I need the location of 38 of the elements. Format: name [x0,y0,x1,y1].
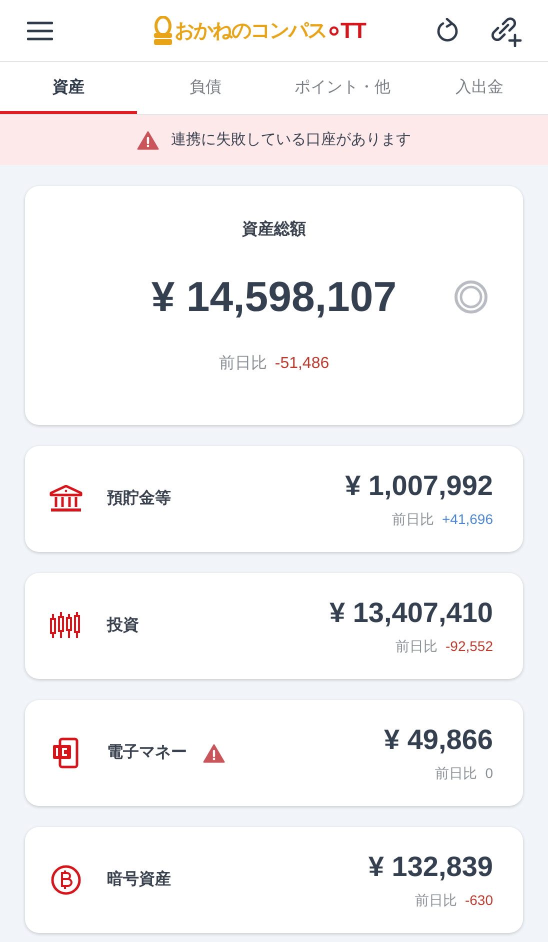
asset-category-card[interactable]: 電子マネー ¥ 49,866 前日比 0 [25,700,523,806]
category-label: 預貯金等 [107,488,171,509]
change-value: +41,696 [442,510,493,528]
bank-icon [49,485,83,513]
menu-icon [27,20,53,40]
change-label: 前日比 [396,636,438,656]
change-label: 前日比 [435,764,478,782]
category-label: 電子マネー [107,743,187,763]
alert-text: 連携に失敗している口座があります [171,130,411,150]
dot-icon [328,26,339,36]
change-value: -92,552 [446,636,493,656]
warning-icon [137,130,159,150]
category-label: 投資 [107,616,139,636]
asset-category-card[interactable]: 預貯金等 ¥ 1,007,992 前日比 +41,696 [25,446,523,552]
total-amount: ¥ 14,598,107 [151,272,397,322]
card-title: 資産総額 [242,219,306,240]
logo-suffix: TT [340,17,366,45]
category-label: 暗号資産 [107,869,171,890]
change-label: 前日比 [218,354,267,374]
asset-category-card[interactable]: 暗号資産 ¥ 132,839 前日比 -630 [25,827,523,933]
ic-card-icon [51,737,81,769]
warning-icon [203,744,225,762]
change-value: -51,486 [274,354,330,374]
change-label: 前日比 [392,510,434,528]
category-amount: ¥ 1,007,992 [345,468,493,502]
bitcoin-icon [50,864,82,896]
logo-text: おかねのコンパス [174,18,327,44]
category-amount: ¥ 13,407,410 [330,596,493,630]
asset-category-card[interactable]: 投資 ¥ 13,407,410 前日比 -92,552 [25,573,523,679]
coin-stack-icon [152,16,173,46]
change-label: 前日比 [414,890,457,910]
tab[interactable]: 入出金 [411,62,548,114]
category-amount: ¥ 49,866 [384,722,493,756]
category-amount: ¥ 132,839 [368,850,493,884]
tab[interactable]: 負債 [137,62,274,114]
change-value: 0 [485,764,493,782]
change-value: -630 [464,890,493,910]
tab[interactable]: ポイント・他 [274,62,411,114]
